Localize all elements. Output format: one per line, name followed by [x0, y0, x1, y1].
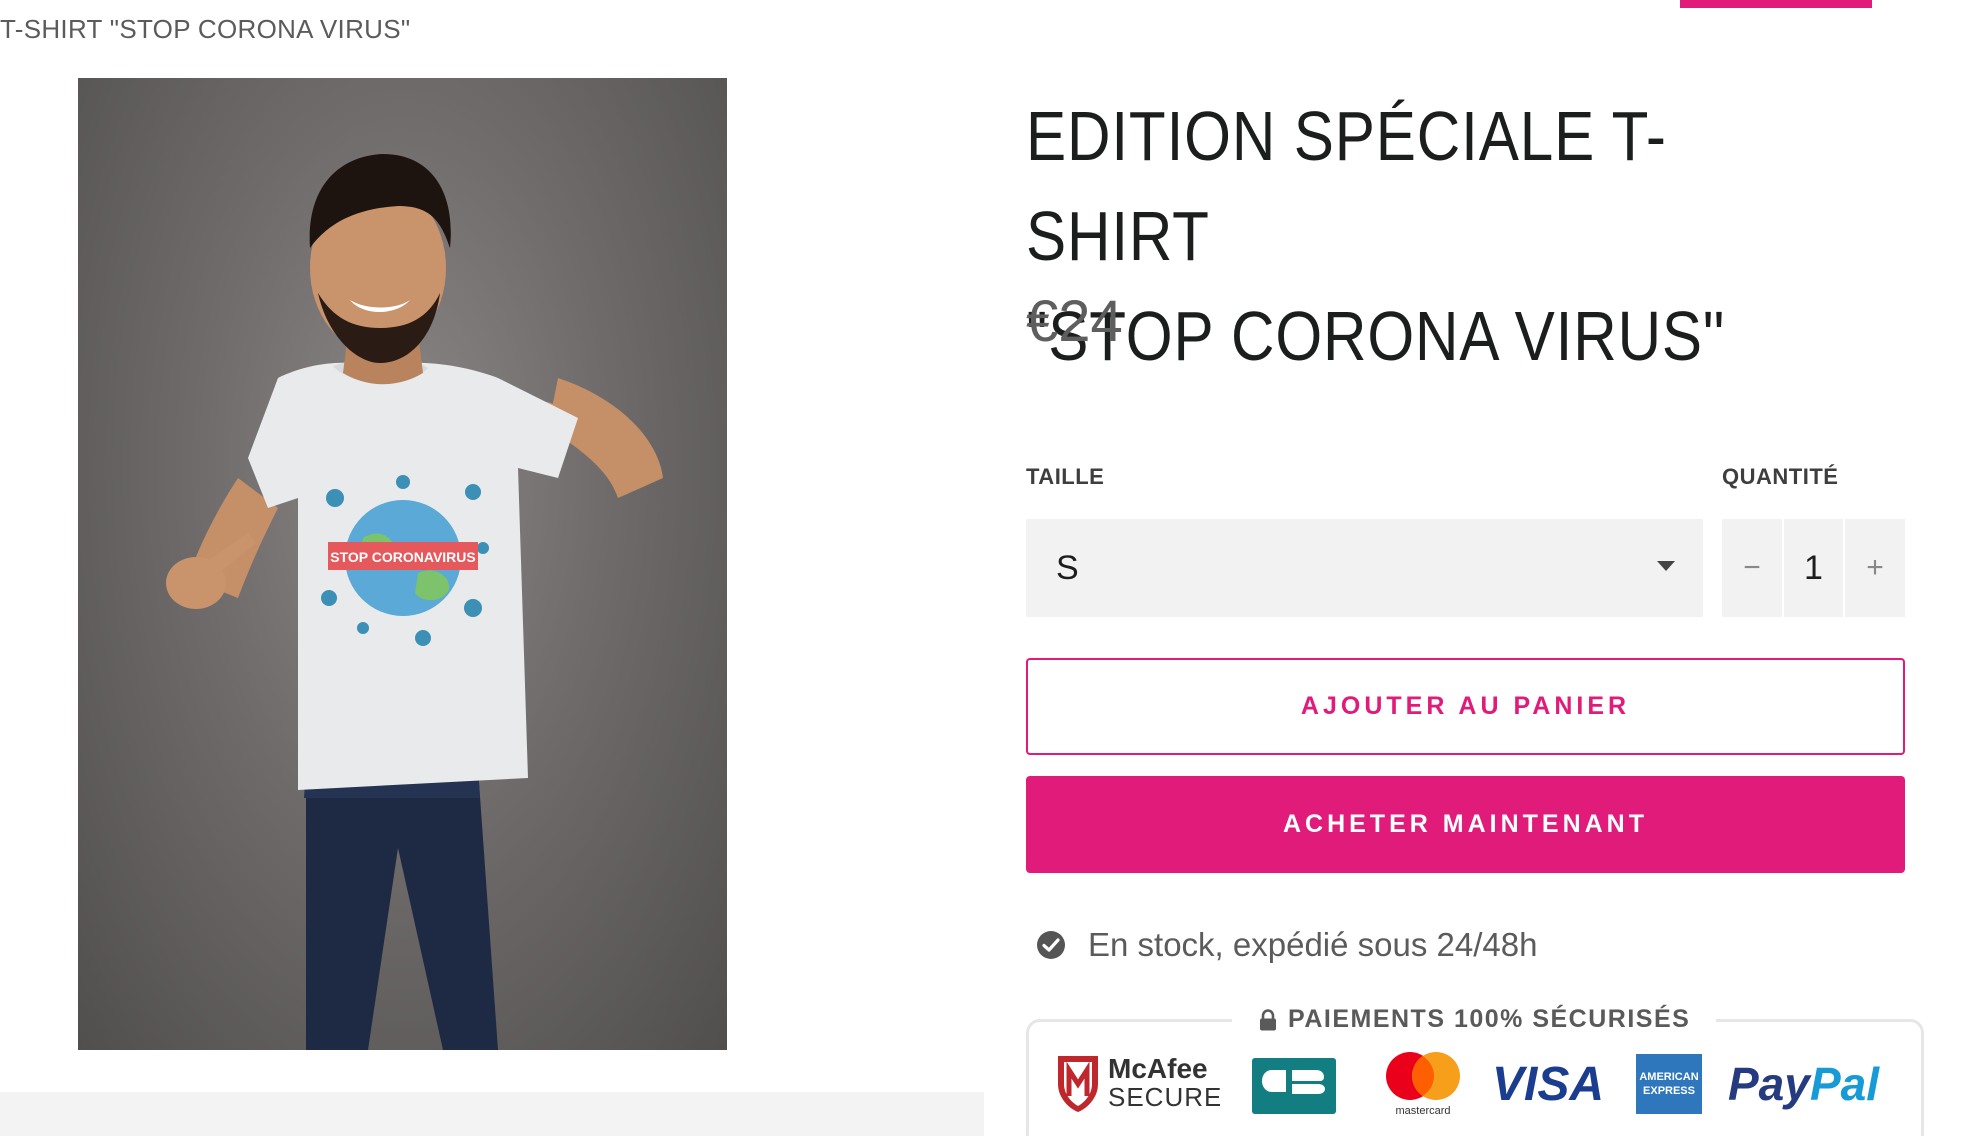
quantity-label: QUANTITÉ: [1722, 464, 1839, 489]
mcafee-secure-text: SECURE: [1108, 1082, 1220, 1112]
paypal-pay-text: Pay: [1728, 1058, 1812, 1110]
cb-card-logo: [1252, 1058, 1336, 1114]
mcafee-text: McAfee: [1108, 1053, 1208, 1084]
product-photo-illustration: STOP CORONAVIRUS: [166, 154, 663, 1050]
product-title-line1: EDITION SPÉCIALE T-SHIRT: [1026, 97, 1667, 275]
page-footer-strip: [0, 1092, 984, 1136]
quantity-stepper[interactable]: − 1 +: [1722, 519, 1905, 617]
check-circle-icon: [1037, 931, 1065, 959]
mcafee-secure-logo: McAfee SECURE: [1058, 1053, 1220, 1112]
product-title-line2: "STOP CORONA VIRUS": [1026, 297, 1726, 375]
quantity-input[interactable]: 1: [1782, 519, 1845, 617]
size-select-value: S: [1056, 549, 1079, 587]
shirt-print-text: STOP CORONAVIRUS: [330, 549, 475, 565]
breadcrumb: T-SHIRT "STOP CORONA VIRUS": [0, 14, 411, 44]
chevron-down-icon: [1657, 561, 1675, 571]
mastercard-logo: mastercard: [1386, 1052, 1460, 1117]
secure-payments-title: PAIEMENTS 100% SÉCURISÉS: [1232, 1005, 1717, 1034]
product-image[interactable]: STOP CORONAVIRUS: [78, 78, 727, 1050]
buy-now-button[interactable]: ACHETER MAINTENANT: [1026, 776, 1905, 873]
paypal-pal-text: Pal: [1810, 1058, 1880, 1110]
lock-icon: [1260, 1008, 1276, 1030]
stock-status-text: En stock, expédié sous 24/48h: [1088, 926, 1538, 963]
paypal-logo: Pay Pal: [1728, 1058, 1880, 1110]
mastercard-text: mastercard: [1395, 1105, 1450, 1117]
product-price: €24: [1026, 289, 1123, 354]
quantity-decrease-button[interactable]: −: [1722, 519, 1782, 617]
quantity-increase-button[interactable]: +: [1845, 519, 1905, 617]
header-accent-bar: [1680, 0, 1872, 8]
add-to-cart-button[interactable]: AJOUTER AU PANIER: [1026, 658, 1905, 755]
stock-status: En stock, expédié sous 24/48h: [1036, 926, 1537, 964]
secure-payments-title-text: PAIEMENTS 100% SÉCURISÉS: [1288, 1005, 1691, 1033]
size-select[interactable]: S: [1026, 519, 1703, 617]
amex-text-line1: AMERICAN: [1639, 1071, 1698, 1083]
visa-text: VISA: [1492, 1058, 1604, 1111]
size-label: TAILLE: [1026, 464, 1105, 489]
amex-text-line2: EXPRESS: [1643, 1085, 1695, 1097]
product-title: EDITION SPÉCIALE T-SHIRT "STOP CORONA VI…: [1026, 86, 1783, 386]
visa-logo: VISA: [1492, 1058, 1604, 1111]
amex-logo: AMERICAN EXPRESS: [1636, 1054, 1702, 1114]
